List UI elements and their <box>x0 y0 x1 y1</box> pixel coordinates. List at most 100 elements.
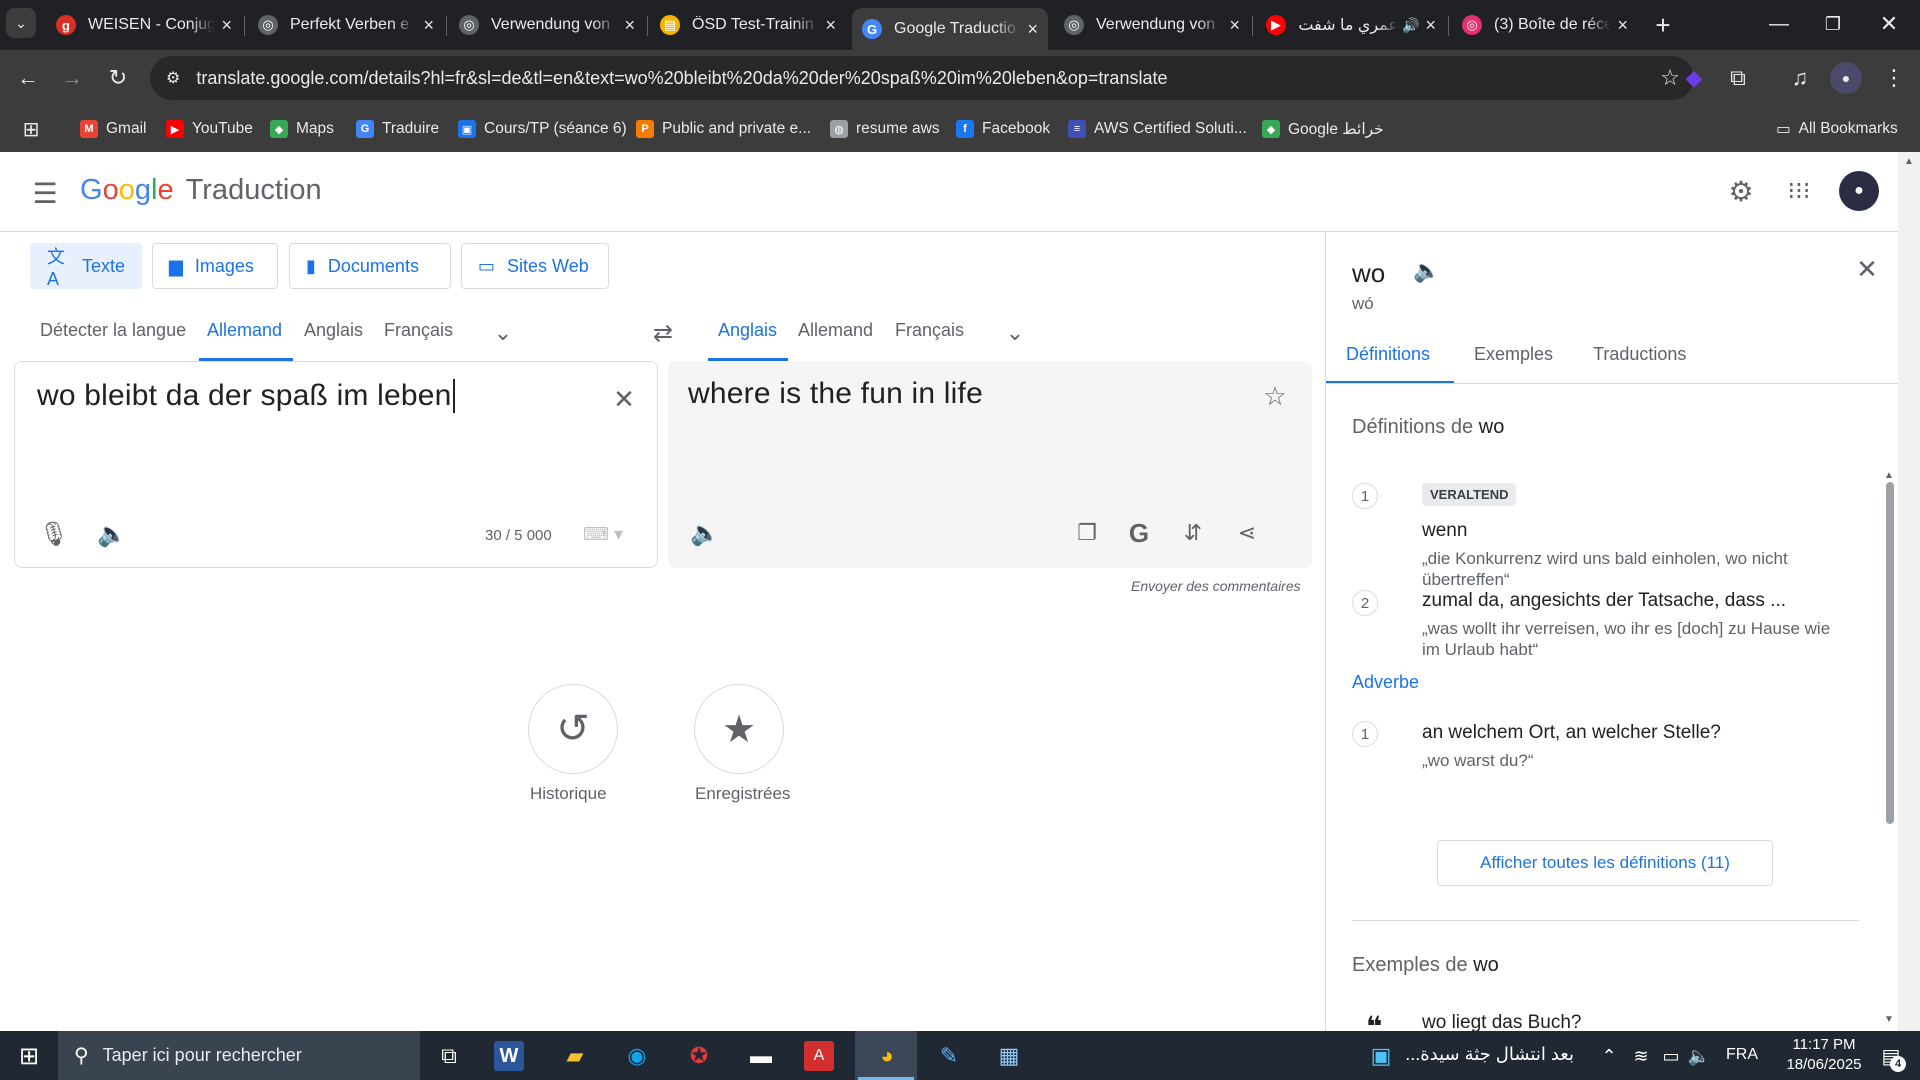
tab-close-icon[interactable]: × <box>624 15 635 36</box>
back-icon[interactable]: ← <box>10 60 46 96</box>
browser-tab[interactable]: ▶ عمري ما شفت 🔊 × <box>1256 8 1446 42</box>
panel-scroll-down-icon[interactable]: ▼ <box>1884 1014 1894 1025</box>
news-widget-text[interactable]: بعد انتشال جثة سيدة... <box>1404 1044 1574 1065</box>
tab-close-icon[interactable]: × <box>1425 15 1436 36</box>
browser-tab[interactable]: ▤ ÖSD Test-Trainin × <box>650 8 846 42</box>
restore-button[interactable]: ❐ <box>1814 5 1852 43</box>
tab-translations[interactable]: Traductions <box>1593 344 1686 365</box>
game-app-icon[interactable]: ✪ <box>680 1037 718 1075</box>
panel-scrollbar-thumb[interactable] <box>1886 482 1894 824</box>
reload-icon[interactable]: ↻ <box>100 60 136 96</box>
tab-definitions[interactable]: Définitions <box>1346 344 1430 365</box>
bookmark-item[interactable]: P Public and private e... <box>636 117 811 141</box>
close-window-button[interactable]: ✕ <box>1870 5 1908 43</box>
bookmark-item[interactable]: G Traduire <box>356 117 439 141</box>
source-lang-more-chevron-icon[interactable]: ⌄ <box>488 318 518 348</box>
google-search-icon[interactable]: G <box>1122 516 1156 550</box>
tab-close-icon[interactable]: × <box>1027 19 1038 40</box>
send-feedback-link[interactable]: Envoyer des commentaires <box>1131 578 1301 594</box>
volume-icon[interactable]: 🔈 <box>1680 1037 1718 1075</box>
tab-close-icon[interactable]: × <box>825 15 836 36</box>
browser-tab[interactable]: ◎ Verwendung von × <box>1054 8 1250 42</box>
mode-images-button[interactable]: ▆ Images <box>152 243 278 289</box>
tab-close-icon[interactable]: × <box>1617 15 1628 36</box>
browser-tab[interactable]: G Google Traductio × <box>852 8 1048 50</box>
bookmark-item[interactable]: ◍ resume aws <box>830 117 940 141</box>
clock[interactable]: 11:17 PM 18/06/2025 <box>1764 1035 1884 1075</box>
bookmark-item[interactable]: M Gmail <box>80 117 146 141</box>
clear-text-icon[interactable]: ✕ <box>607 382 641 416</box>
bookmark-item[interactable]: ≡ AWS Certified Soluti... <box>1068 117 1247 141</box>
bookmark-item[interactable]: f Facebook <box>956 117 1050 141</box>
input-language[interactable]: FRA <box>1726 1046 1758 1064</box>
site-info-icon[interactable]: ⚙ <box>166 68 180 88</box>
save-translation-star-icon[interactable]: ☆ <box>1258 379 1292 413</box>
mode-documents-button[interactable]: ▮ Documents <box>289 243 451 289</box>
source-listen-icon[interactable]: 🔈 <box>95 517 129 551</box>
close-panel-icon[interactable]: ✕ <box>1850 252 1884 286</box>
app-logo[interactable]: Google Traduction <box>80 174 322 207</box>
file-explorer-icon[interactable]: ▰ <box>556 1037 594 1075</box>
new-tab-button[interactable]: + <box>1648 8 1678 42</box>
page-scrollbar[interactable]: ▲ <box>1898 152 1920 1031</box>
browser-tab[interactable]: g WEISEN - Conjug × <box>46 8 242 42</box>
profile-avatar[interactable]: ● <box>1830 62 1862 94</box>
extension-icon[interactable]: ◆ <box>1676 60 1712 96</box>
tab-examples[interactable]: Exemples <box>1474 344 1553 365</box>
target-listen-icon[interactable]: 🔈 <box>688 516 722 550</box>
tab-search-button[interactable]: ⌄ <box>6 8 36 38</box>
acrobat-icon[interactable]: A <box>804 1041 834 1071</box>
swap-languages-icon[interactable]: ⇄ <box>646 318 680 348</box>
taskbar-search-box[interactable]: ⚲ Taper ici pour rechercher <box>58 1031 420 1080</box>
forward-icon[interactable]: → <box>54 60 90 96</box>
windows-start-icon[interactable]: ⊞ <box>10 1037 48 1075</box>
word-listen-icon[interactable]: 🔈 <box>1412 256 1442 286</box>
scroll-up-icon[interactable]: ▲ <box>1904 156 1914 167</box>
target-lang-more-chevron-icon[interactable]: ⌄ <box>1000 318 1030 348</box>
google-apps-icon[interactable]: ⁝⁝⁝ <box>1780 172 1818 210</box>
tab-close-icon[interactable]: × <box>423 15 434 36</box>
panel-scroll-up-icon[interactable]: ▲ <box>1884 470 1894 481</box>
address-bar[interactable]: ⚙ translate.google.com/details?hl=fr&sl=… <box>150 56 1694 100</box>
share-icon[interactable]: ⋖ <box>1230 516 1264 550</box>
word-app-icon[interactable]: W <box>494 1041 524 1071</box>
tab-close-icon[interactable]: × <box>221 15 232 36</box>
notepad-app-icon[interactable]: ▦ <box>990 1037 1028 1075</box>
task-view-icon[interactable]: ⧉ <box>430 1037 468 1075</box>
terminal-icon[interactable]: ▬ <box>742 1037 780 1075</box>
bookmark-item[interactable]: ◆ Maps <box>270 117 334 141</box>
bookmark-item[interactable]: ▶ YouTube <box>166 117 253 141</box>
copy-icon[interactable]: ❐ <box>1070 516 1104 550</box>
rate-translation-icon[interactable]: ⇵ <box>1176 516 1210 550</box>
browser-tab[interactable]: ◎ Perfekt Verben e × <box>248 8 444 42</box>
mode-websites-button[interactable]: ▭ Sites Web <box>461 243 609 289</box>
browser-tab[interactable]: ◎ (3) Boîte de réce × <box>1452 8 1638 42</box>
hamburger-menu-icon[interactable]: ☰ <box>28 176 62 210</box>
news-widget-icon[interactable]: ▣ <box>1362 1037 1400 1075</box>
notification-center-icon[interactable]: ▤ <box>1872 1037 1910 1075</box>
microphone-icon[interactable]: 🎙 <box>37 517 71 551</box>
mode-text-button[interactable]: 文A Texte <box>30 243 142 289</box>
edge-browser-icon[interactable]: ◉ <box>618 1037 656 1075</box>
account-avatar[interactable]: ● <box>1839 171 1879 211</box>
menu-kebab-icon[interactable]: ⋮ <box>1876 60 1912 96</box>
source-textarea[interactable]: wo bleibt da der spaß im leben <box>37 379 455 413</box>
source-text-box[interactable]: wo bleibt da der spaß im leben ✕ 🎙 🔈 30 … <box>14 361 658 568</box>
show-all-definitions-button[interactable]: Afficher toutes les définitions (11) <box>1437 840 1773 886</box>
bookmark-item[interactable]: ◆ Google خرائط <box>1262 117 1384 141</box>
saved-button[interactable]: ★ <box>694 684 784 774</box>
tab-close-icon[interactable]: × <box>1229 15 1240 36</box>
history-button[interactable]: ↺ <box>528 684 618 774</box>
settings-gear-icon[interactable]: ⚙ <box>1722 172 1760 210</box>
bookmark-item[interactable]: ▣ Cours/TP (séance 6) <box>458 117 627 141</box>
chrome-app-icon[interactable]: ◕ <box>868 1037 906 1075</box>
all-bookmarks[interactable]: ▭ All Bookmarks <box>1776 117 1898 141</box>
media-control-icon[interactable]: ♫ <box>1782 60 1818 96</box>
minimize-button[interactable]: — <box>1760 5 1798 43</box>
extensions-puzzle-icon[interactable]: ⧉ <box>1720 60 1756 96</box>
tab-audio-icon[interactable]: 🔊 <box>1402 17 1419 34</box>
browser-tab[interactable]: ◎ Verwendung von × <box>449 8 645 42</box>
keyboard-icon[interactable]: ⌨ ▾ <box>577 522 629 546</box>
paint-app-icon[interactable]: ✎ <box>930 1037 968 1075</box>
apps-grid-icon[interactable]: ⊞ <box>18 117 44 141</box>
